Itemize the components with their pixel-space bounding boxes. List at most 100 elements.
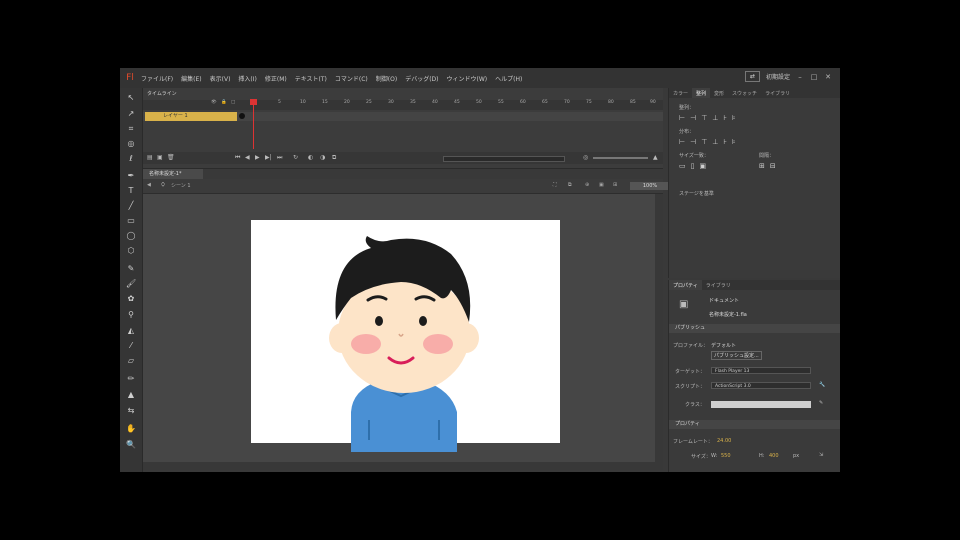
menu-edit[interactable]: 編集(E) bbox=[181, 74, 201, 83]
horizontal-scrollbar[interactable] bbox=[143, 462, 663, 470]
brush-tool-icon[interactable]: 🖌 bbox=[126, 279, 136, 289]
timeline-scrubber[interactable] bbox=[443, 156, 565, 162]
back-arrow-icon[interactable]: ◀ bbox=[147, 182, 151, 188]
pencil-icon[interactable]: ✎ bbox=[819, 400, 823, 406]
new-layer-icon[interactable]: ▤ bbox=[147, 154, 153, 161]
oval-tool-icon[interactable]: ◯ bbox=[126, 231, 136, 241]
close-icon[interactable]: ✕ bbox=[824, 73, 832, 81]
height-value[interactable]: 400 bbox=[769, 453, 779, 459]
lasso-icon[interactable]: ℓ bbox=[126, 154, 136, 164]
tab-library[interactable]: ライブラリ bbox=[702, 280, 735, 290]
menu-text[interactable]: テキスト(T) bbox=[295, 74, 327, 83]
last-frame-icon[interactable]: ⏭ bbox=[277, 154, 282, 162]
edit-scene-icon[interactable]: ⛶ bbox=[553, 182, 557, 188]
paint-bucket-icon[interactable]: ◭ bbox=[126, 326, 136, 336]
selection-tool-icon[interactable]: ↖ bbox=[126, 93, 136, 103]
play-icon[interactable]: ▶ bbox=[255, 154, 260, 161]
menu-control[interactable]: 制御(O) bbox=[376, 74, 397, 83]
workspace-selector[interactable]: 初期設定 bbox=[766, 72, 790, 81]
menu-debug[interactable]: デバッグ(D) bbox=[405, 74, 438, 83]
eye-icon[interactable]: 👁 bbox=[211, 100, 217, 105]
align-buttons-icon[interactable]: ⊢⊣⊤⊥⊦⊧ bbox=[679, 114, 741, 122]
menu-modify[interactable]: 修正(M) bbox=[265, 74, 287, 83]
wrench-icon[interactable]: 🔧 bbox=[819, 382, 825, 388]
tab-transform[interactable]: 変形 bbox=[710, 88, 728, 98]
scale-content-icon[interactable]: ⇲ bbox=[819, 452, 823, 458]
line-tool-icon[interactable]: ╱ bbox=[126, 201, 136, 211]
polystar-tool-icon[interactable]: ⬡ bbox=[126, 246, 136, 256]
width-value[interactable]: 550 bbox=[721, 453, 731, 459]
next-frame-icon[interactable]: ▶| bbox=[265, 154, 272, 161]
match-size-buttons-icon[interactable]: ▭▯▣ bbox=[679, 162, 711, 170]
text-tool-icon[interactable]: T bbox=[126, 186, 136, 196]
menu-file[interactable]: ファイル(F) bbox=[141, 74, 173, 83]
delete-layer-icon[interactable]: 🗑 bbox=[167, 154, 175, 161]
zoom-preset-icon[interactable]: ⊞ bbox=[613, 182, 617, 188]
clip-stage-icon[interactable]: ▣ bbox=[599, 182, 604, 188]
edit-multiple-icon[interactable]: ⧉ bbox=[332, 154, 336, 162]
edit-symbol-icon[interactable]: ⧉ bbox=[568, 182, 572, 188]
menu-commands[interactable]: コマンド(C) bbox=[335, 74, 368, 83]
menu-insert[interactable]: 挿入(I) bbox=[238, 74, 256, 83]
onion-outline-icon[interactable]: ◑ bbox=[320, 154, 325, 161]
fill-color-icon[interactable]: ▲ bbox=[126, 390, 136, 400]
document-tab[interactable]: 名称未設定-1* bbox=[143, 169, 203, 179]
hand-tool-icon[interactable]: ✋ bbox=[126, 424, 136, 434]
maximize-icon[interactable]: □ bbox=[810, 73, 818, 81]
script-select[interactable]: ActionScript 3.0 bbox=[711, 382, 811, 389]
first-frame-icon[interactable]: ⏮ bbox=[235, 154, 240, 162]
tab-properties[interactable]: プロパティ bbox=[669, 280, 702, 290]
publish-section-header[interactable]: パブリッシュ bbox=[669, 324, 840, 333]
rectangle-tool-icon[interactable]: ▭ bbox=[126, 216, 136, 226]
3d-rotation-icon[interactable]: ◎ bbox=[126, 139, 136, 149]
eyedropper-icon[interactable]: ⁄ bbox=[126, 341, 136, 351]
onion-skin-icon[interactable]: ◐ bbox=[308, 154, 313, 161]
properties-section-header[interactable]: プロパティ bbox=[669, 420, 840, 429]
subselection-tool-icon[interactable]: ↗ bbox=[126, 109, 136, 119]
character-illustration[interactable] bbox=[251, 220, 560, 453]
eraser-tool-icon[interactable]: ▱ bbox=[126, 356, 136, 366]
deco-tool-icon[interactable]: ✿ bbox=[126, 294, 136, 304]
zoom-tool-icon[interactable]: 🔍 bbox=[126, 440, 136, 450]
outline-icon[interactable]: □ bbox=[231, 100, 235, 105]
center-stage-icon[interactable]: ⊕ bbox=[585, 182, 589, 188]
free-transform-icon[interactable]: ⌗ bbox=[126, 124, 136, 134]
new-folder-icon[interactable]: ▣ bbox=[157, 154, 163, 161]
keyframe-icon[interactable] bbox=[239, 113, 245, 119]
layer-name[interactable]: レイヤー 1 bbox=[145, 112, 237, 121]
class-input[interactable] bbox=[711, 401, 811, 408]
menu-window[interactable]: ウィンドウ(W) bbox=[447, 74, 488, 83]
lock-icon[interactable]: 🔒 bbox=[221, 100, 227, 105]
scene-breadcrumb[interactable]: シーン 1 bbox=[171, 182, 191, 189]
bone-tool-icon[interactable]: ⚲ bbox=[126, 310, 136, 320]
tab-swatches[interactable]: スウォッチ bbox=[728, 88, 761, 98]
frame-ruler[interactable]: 👁 🔒 □ 1 5 10 15 20 25 30 35 40 45 50 55 … bbox=[143, 100, 663, 110]
target-select[interactable]: Flash Player 13 bbox=[711, 367, 811, 374]
pasteboard[interactable] bbox=[143, 194, 663, 470]
menu-view[interactable]: 表示(V) bbox=[210, 74, 231, 83]
tab-color[interactable]: カラー bbox=[669, 88, 692, 98]
prev-frame-icon[interactable]: ◀ bbox=[245, 154, 250, 161]
timeline-tab[interactable]: タイムライン bbox=[147, 90, 177, 97]
minimize-icon[interactable]: – bbox=[796, 73, 804, 81]
pen-tool-icon[interactable]: ✒ bbox=[126, 171, 136, 181]
align-to-stage-checkbox[interactable]: ステージを基準 bbox=[679, 190, 714, 197]
layer-row[interactable]: レイヤー 1 bbox=[143, 112, 663, 121]
tab-library-top[interactable]: ライブラリ bbox=[761, 88, 794, 98]
publish-settings-button[interactable]: パブリッシュ設定... bbox=[711, 351, 762, 360]
spacing-buttons-icon[interactable]: ⊞⊟ bbox=[759, 162, 781, 170]
menu-help[interactable]: ヘルプ(H) bbox=[495, 74, 522, 83]
stage[interactable] bbox=[251, 220, 560, 452]
distribute-buttons-icon[interactable]: ⊢⊣⊤⊥⊦⊧ bbox=[679, 138, 741, 146]
timeline-zoom-slider[interactable] bbox=[593, 157, 648, 159]
stroke-color-icon[interactable]: ✏ bbox=[126, 374, 136, 384]
vertical-scrollbar[interactable] bbox=[655, 194, 663, 470]
pencil-tool-icon[interactable]: ✎ bbox=[126, 264, 136, 274]
sync-icon[interactable]: ⇄ bbox=[744, 71, 760, 82]
zoom-level-select[interactable]: 100% bbox=[630, 182, 670, 190]
fps-value[interactable]: 24.00 bbox=[717, 438, 731, 444]
zoom-out-icon[interactable]: ◎ bbox=[583, 154, 588, 161]
swap-colors-icon[interactable]: ⇆ bbox=[126, 406, 136, 416]
tab-align[interactable]: 整列 bbox=[692, 88, 711, 98]
loop-icon[interactable]: ↻ bbox=[293, 154, 298, 161]
